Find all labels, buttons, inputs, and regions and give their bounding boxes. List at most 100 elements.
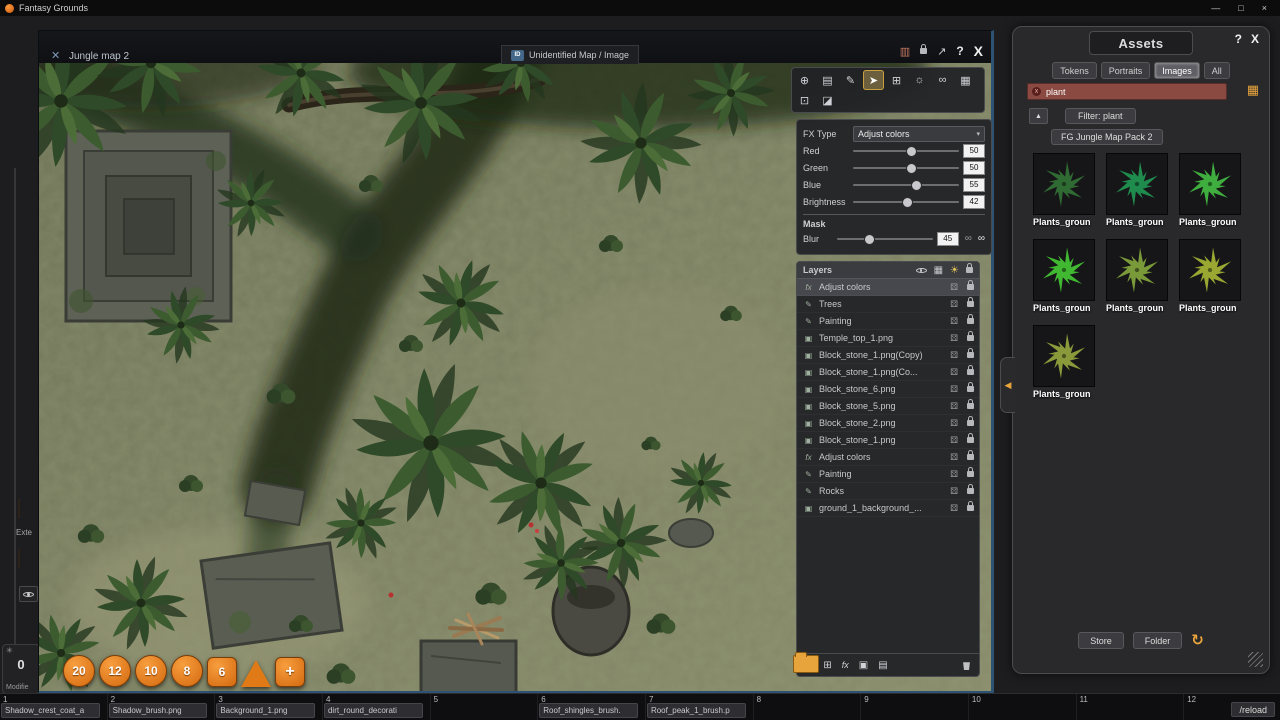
layer-row[interactable]: ✎ Rocks ⚄ (797, 483, 979, 500)
asset-item[interactable]: Plants_groun (1106, 239, 1168, 313)
layer-die-icon[interactable]: ⚄ (950, 435, 958, 446)
grid-move-icon[interactable]: ⊞ (886, 70, 907, 90)
layer-die-icon[interactable]: ⚄ (950, 452, 958, 463)
filter-chip[interactable]: Filter: plant (1065, 108, 1136, 124)
layer-row[interactable]: ▣ Block_stone_6.png ⚄ (797, 381, 979, 398)
layer-die-icon[interactable]: ⚄ (950, 350, 958, 361)
map-close-icon[interactable]: ✕ (51, 49, 60, 62)
green-slider[interactable] (853, 162, 959, 174)
layer-lock-icon[interactable] (967, 454, 974, 460)
red-value[interactable]: 50 (963, 144, 985, 158)
hotkey-slot[interactable]: 5 (431, 694, 539, 720)
tab-images[interactable]: Images (1154, 62, 1200, 79)
layer-lock-icon[interactable] (967, 437, 974, 443)
hotkey-button[interactable]: Shadow_crest_coat_a (1, 703, 100, 718)
layer-die-icon[interactable]: ⚄ (950, 282, 958, 293)
layer-row[interactable]: ▣ Block_stone_1.png ⚄ (797, 432, 979, 449)
add-fx-layer-icon[interactable]: fx (842, 660, 849, 670)
asset-item[interactable]: Plants_groun (1033, 153, 1095, 227)
hotkey-slot[interactable]: 8 (754, 694, 862, 720)
map-folder-icon[interactable] (793, 655, 819, 673)
map-window-header[interactable]: ✕ Jungle map 2 ID Unidentified Map / Ima… (39, 31, 991, 63)
layer-row[interactable]: fx Adjust colors ⚄ (797, 279, 979, 296)
view-icon[interactable]: ∞ (932, 70, 953, 90)
search-input[interactable]: x plant (1027, 83, 1227, 100)
minimize-icon[interactable]: — (1211, 3, 1220, 13)
layer-die-icon[interactable]: ⚄ (950, 418, 958, 429)
tab-portraits[interactable]: Portraits (1101, 62, 1151, 79)
hotkey-slot[interactable]: 6 Roof_shingles_brush. (538, 694, 646, 720)
hotkey-slot[interactable]: 10 (969, 694, 1077, 720)
layer-row[interactable]: ▣ ground_1_background_... ⚄ (797, 500, 979, 517)
layer-die-icon[interactable]: ⚄ (950, 367, 958, 378)
layer-lock-icon[interactable] (967, 352, 974, 358)
close-icon[interactable]: X (1251, 32, 1259, 46)
hotkey-slot[interactable]: 3 Background_1.png (215, 694, 323, 720)
d20-die[interactable]: 20 (63, 655, 95, 687)
layer-lock-icon[interactable] (967, 284, 974, 290)
layer-lock-icon[interactable] (967, 488, 974, 494)
hotkey-button[interactable]: Shadow_brush.png (109, 703, 208, 718)
folder-button[interactable]: Folder (1133, 632, 1183, 649)
layer-row[interactable]: ✎ Painting ⚄ (797, 466, 979, 483)
frame-icon[interactable]: ⊡ (794, 90, 815, 110)
add-grid-layer-icon[interactable]: ⊞ (823, 660, 831, 671)
d8-die[interactable]: 8 (171, 655, 203, 687)
view-grid-icon[interactable]: ▦ (1247, 82, 1259, 98)
add-die-button[interactable]: + (275, 657, 305, 687)
layer-row[interactable]: fx Adjust colors ⚄ (797, 449, 979, 466)
blur-slider[interactable] (837, 233, 933, 245)
layer-die-icon[interactable]: ⚄ (950, 299, 958, 310)
hotkey-button[interactable]: Roof_peak_1_brush.p (647, 703, 746, 718)
add-image-layer-icon[interactable]: ▣ (859, 660, 868, 671)
folder-up-button[interactable]: ▲ (1029, 108, 1048, 124)
blue-slider[interactable] (853, 179, 959, 191)
share-cards-icon[interactable]: ▥ (900, 45, 910, 58)
brightness-slider[interactable] (853, 196, 959, 208)
asset-item[interactable]: Plants_groun (1033, 239, 1095, 313)
layer-lock-icon[interactable] (967, 335, 974, 341)
layer-row[interactable]: ▣ Block_stone_2.png ⚄ (797, 415, 979, 432)
grid-icon[interactable]: ▦ (955, 70, 976, 90)
asset-item[interactable]: Plants_groun (1033, 325, 1095, 399)
layer-lock-icon[interactable] (967, 403, 974, 409)
close-icon[interactable]: × (1262, 3, 1267, 13)
layer-die-icon[interactable]: ⚄ (950, 333, 958, 344)
help-icon[interactable]: ? (1235, 32, 1242, 46)
link-icon[interactable]: ◪ (817, 90, 838, 110)
lighting-icon[interactable]: ☼ (909, 70, 930, 90)
mask-view-icon[interactable]: ∞ (965, 233, 972, 244)
network-icon[interactable]: ⊕ (794, 70, 815, 90)
d10-die[interactable]: 10 (135, 655, 167, 687)
asset-item[interactable]: Plants_groun (1179, 153, 1241, 227)
layers-icon[interactable]: ▤ (817, 70, 838, 90)
layer-die-icon[interactable]: ⚄ (950, 316, 958, 327)
window-close-icon[interactable]: X (974, 43, 983, 59)
layer-die-icon[interactable]: ⚄ (950, 384, 958, 395)
layer-row[interactable]: ✎ Painting ⚄ (797, 313, 979, 330)
layer-die-icon[interactable]: ⚄ (950, 503, 958, 514)
reload-button[interactable]: /reload (1231, 702, 1275, 717)
left-shield-icon[interactable] (18, 550, 20, 568)
grid-icon[interactable]: ▦ (934, 265, 943, 276)
duplicate-layer-icon[interactable]: ▤ (878, 660, 887, 671)
blue-value[interactable]: 55 (963, 178, 985, 192)
hotkey-button[interactable]: dirt_round_decorati (324, 703, 423, 718)
layer-lock-icon[interactable] (967, 471, 974, 477)
maximize-icon[interactable]: □ (1238, 3, 1243, 13)
lock-icon[interactable] (966, 267, 973, 273)
left-shortcut-icon[interactable] (18, 500, 20, 518)
hotkey-slot[interactable]: 4 dirt_round_decorati (323, 694, 431, 720)
layer-row[interactable]: ▣ Block_stone_1.png(Co... ⚄ (797, 364, 979, 381)
hotkey-slot[interactable]: 11 (1077, 694, 1185, 720)
layer-lock-icon[interactable] (967, 301, 974, 307)
green-value[interactable]: 50 (963, 161, 985, 175)
fx-type-dropdown[interactable]: Adjust colors ▾ (853, 126, 985, 142)
resize-grip[interactable] (1248, 652, 1263, 667)
layer-die-icon[interactable]: ⚄ (950, 486, 958, 497)
blur-value[interactable]: 45 (937, 232, 959, 246)
red-slider[interactable] (853, 145, 959, 157)
layer-lock-icon[interactable] (967, 420, 974, 426)
layer-row[interactable]: ▣ Block_stone_5.png ⚄ (797, 398, 979, 415)
brightness-value[interactable]: 42 (963, 195, 985, 209)
